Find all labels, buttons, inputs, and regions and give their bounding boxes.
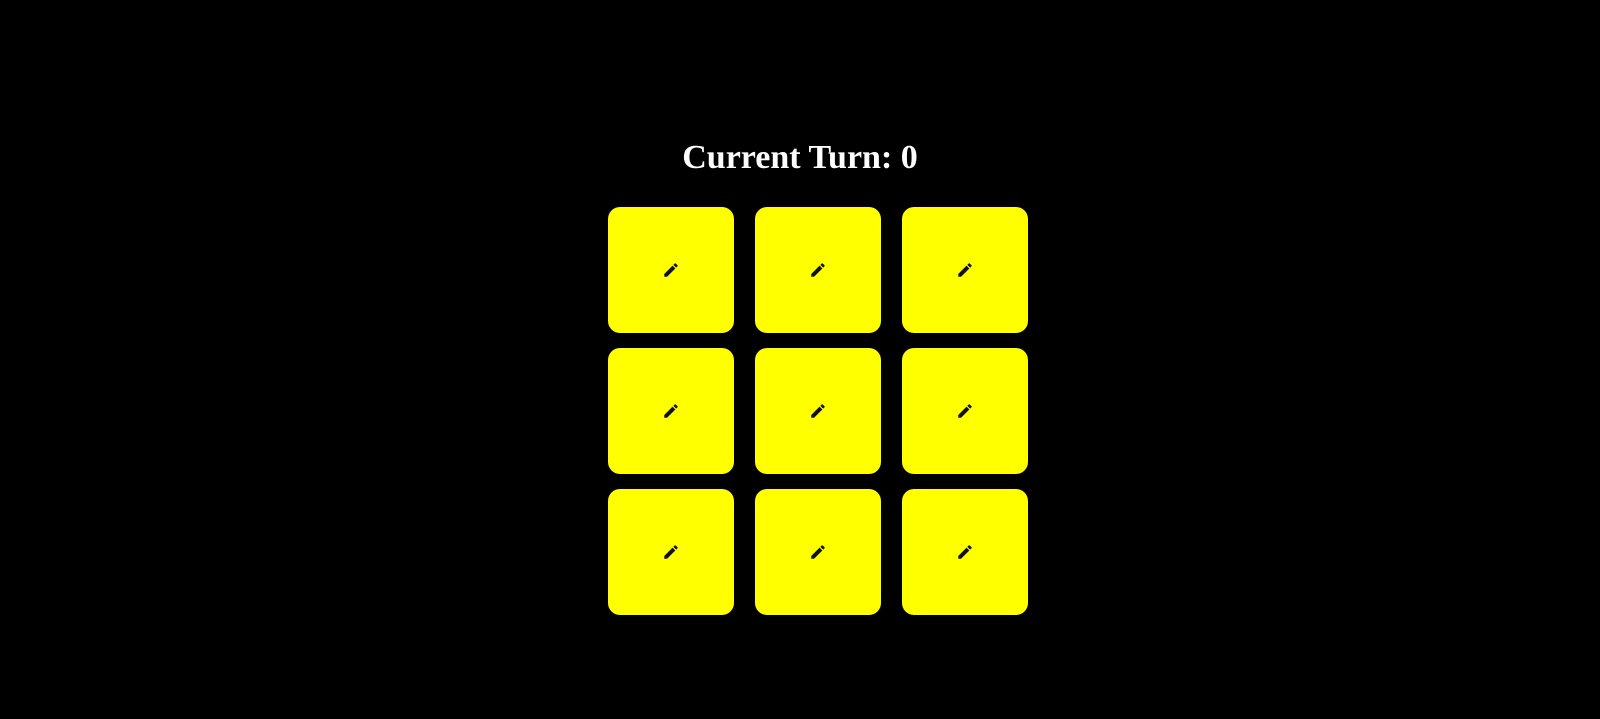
game-board <box>608 207 1028 615</box>
pencil-icon <box>956 543 974 561</box>
game-screen: Current Turn: 0 <box>0 0 1600 719</box>
board-cell[interactable] <box>608 489 734 615</box>
board-cell[interactable] <box>755 348 881 474</box>
current-turn-label: Current Turn: 0 <box>682 139 918 176</box>
pencil-icon <box>662 543 680 561</box>
pencil-icon <box>809 261 827 279</box>
pencil-icon <box>662 402 680 420</box>
pencil-icon <box>662 261 680 279</box>
pencil-icon <box>809 402 827 420</box>
board-cell[interactable] <box>902 207 1028 333</box>
pencil-icon <box>956 261 974 279</box>
board-cell[interactable] <box>755 489 881 615</box>
board-cell[interactable] <box>755 207 881 333</box>
board-cell[interactable] <box>608 348 734 474</box>
board-cell[interactable] <box>902 489 1028 615</box>
board-cell[interactable] <box>608 207 734 333</box>
pencil-icon <box>956 402 974 420</box>
pencil-icon <box>809 543 827 561</box>
board-cell[interactable] <box>902 348 1028 474</box>
